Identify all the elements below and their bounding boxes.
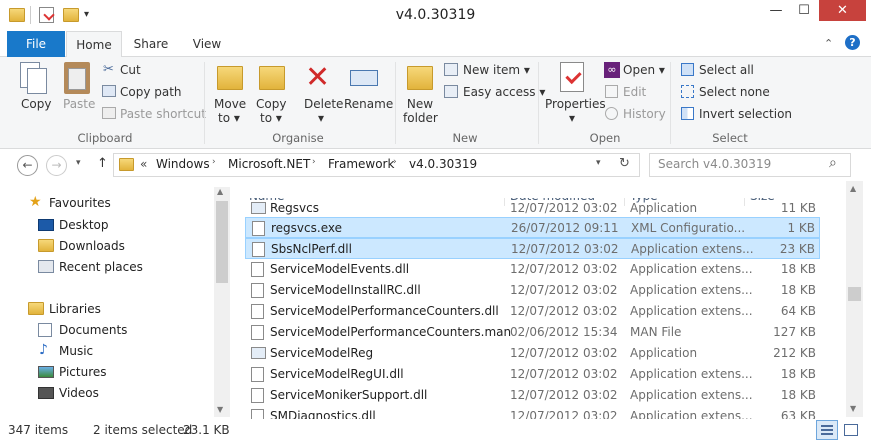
selection-count: 2 items selected bbox=[93, 423, 193, 437]
file-name: ServiceModelPerformanceCounters.dll bbox=[270, 304, 499, 318]
file-size: 11 KB bbox=[780, 201, 816, 215]
large-icons-view-button[interactable] bbox=[840, 420, 862, 440]
file-name: ServiceModelReg bbox=[270, 346, 374, 360]
file-type: Application extens... bbox=[630, 388, 753, 402]
file-name: ServiceModelInstallRC.dll bbox=[270, 283, 421, 297]
file-date: 12/07/2012 03:02 bbox=[510, 201, 618, 215]
table-row[interactable]: ServiceModelInstallRC.dll 12/07/2012 03:0… bbox=[245, 280, 820, 301]
file-size: 18 KB bbox=[780, 367, 816, 381]
application-icon bbox=[251, 347, 266, 359]
file-date: 12/07/2012 03:02 bbox=[510, 409, 618, 419]
table-row[interactable]: SMDiagnostics.dll 12/07/2012 03:02 Applica… bbox=[245, 406, 820, 419]
file-name: SbsNclPerf.dll bbox=[271, 242, 352, 256]
file-name: regsvcs.exe bbox=[271, 221, 342, 235]
file-date: 12/07/2012 03:02 bbox=[510, 304, 618, 318]
file-date: 26/07/2012 09:11 bbox=[511, 221, 619, 235]
file-type: Application extens... bbox=[630, 367, 753, 381]
file-type: Application extens... bbox=[630, 283, 753, 297]
file-size: 63 KB bbox=[780, 409, 816, 419]
file-size: 1 KB bbox=[787, 221, 815, 235]
file-icon bbox=[252, 221, 265, 236]
file-date: 12/07/2012 03:02 bbox=[510, 262, 618, 276]
file-name: ServiceModelPerformanceCounters.man bbox=[270, 325, 512, 339]
file-icon bbox=[251, 325, 264, 340]
table-row[interactable]: ServiceModelReg 12/07/2012 03:02 Applicati… bbox=[245, 343, 820, 364]
file-type: Application extens... bbox=[631, 242, 754, 256]
file-size: 23 KB bbox=[779, 242, 815, 256]
selection-size: 23.1 KB bbox=[183, 423, 230, 437]
scroll-up-icon[interactable]: ▲ bbox=[850, 184, 856, 193]
file-date: 12/07/2012 03:02 bbox=[510, 283, 618, 297]
file-date: 12/07/2012 03:02 bbox=[510, 346, 618, 360]
file-type: Application bbox=[630, 346, 698, 360]
file-date: 02/06/2012 15:34 bbox=[510, 325, 618, 339]
scroll-down-icon[interactable]: ▼ bbox=[850, 404, 856, 413]
file-type: Application bbox=[630, 201, 698, 215]
file-icon bbox=[251, 388, 264, 403]
file-name: ServiceMonikerSupport.dll bbox=[270, 388, 428, 402]
table-row[interactable]: Regsvcs 12/07/2012 03:02 Application 11 KB bbox=[245, 198, 820, 219]
help-icon[interactable]: ? bbox=[845, 35, 860, 50]
file-icon bbox=[251, 304, 264, 319]
file-type: Application extens... bbox=[630, 262, 753, 276]
file-list: Regsvcs 12/07/2012 03:02 Application 11 KB r… bbox=[0, 0, 845, 419]
file-name: Regsvcs bbox=[270, 201, 320, 215]
file-size: 18 KB bbox=[780, 388, 816, 402]
table-row[interactable]: ServiceModelPerformanceCounters.man 02/06… bbox=[245, 322, 820, 343]
file-icon bbox=[251, 409, 264, 419]
file-icon bbox=[252, 242, 265, 257]
application-icon bbox=[251, 202, 266, 214]
file-date: 12/07/2012 03:02 bbox=[510, 367, 618, 381]
file-date: 12/07/2012 03:02 bbox=[510, 388, 618, 402]
table-row[interactable]: ServiceModelPerformanceCounters.dll 12/07… bbox=[245, 301, 820, 322]
file-type: Application extens... bbox=[630, 304, 753, 318]
table-row[interactable]: ServiceModelRegUI.dll 12/07/2012 03:02 App… bbox=[245, 364, 820, 385]
file-type: XML Configuratio... bbox=[631, 221, 746, 235]
list-header-backdrop bbox=[240, 181, 845, 198]
table-row[interactable]: SbsNclPerf.dll 12/07/2012 03:02 Applicatio… bbox=[245, 238, 820, 259]
file-icon bbox=[251, 367, 264, 382]
file-icon bbox=[251, 262, 264, 277]
table-row[interactable]: ServiceMonikerSupport.dll 12/07/2012 03:0… bbox=[245, 385, 820, 406]
item-count: 347 items bbox=[8, 423, 69, 437]
file-size: 18 KB bbox=[780, 262, 816, 276]
file-name: SMDiagnostics.dll bbox=[270, 409, 376, 419]
file-size: 18 KB bbox=[780, 283, 816, 297]
file-name: ServiceModelEvents.dll bbox=[270, 262, 410, 276]
table-row[interactable]: regsvcs.exe 26/07/2012 09:11 XML Configura… bbox=[245, 217, 820, 238]
file-size: 64 KB bbox=[780, 304, 816, 318]
file-size: 212 KB bbox=[773, 346, 816, 360]
file-size: 127 KB bbox=[773, 325, 816, 339]
file-list-scrollbar-thumb[interactable] bbox=[848, 287, 861, 301]
file-type: MAN File bbox=[630, 325, 682, 339]
table-row[interactable]: ServiceModelEvents.dll 12/07/2012 03:02 Ap… bbox=[245, 259, 820, 280]
details-view-button[interactable] bbox=[816, 420, 838, 440]
file-name: ServiceModelRegUI.dll bbox=[270, 367, 404, 381]
file-icon bbox=[251, 283, 264, 298]
file-date: 12/07/2012 03:02 bbox=[511, 242, 619, 256]
file-type: Application extens... bbox=[630, 409, 753, 419]
